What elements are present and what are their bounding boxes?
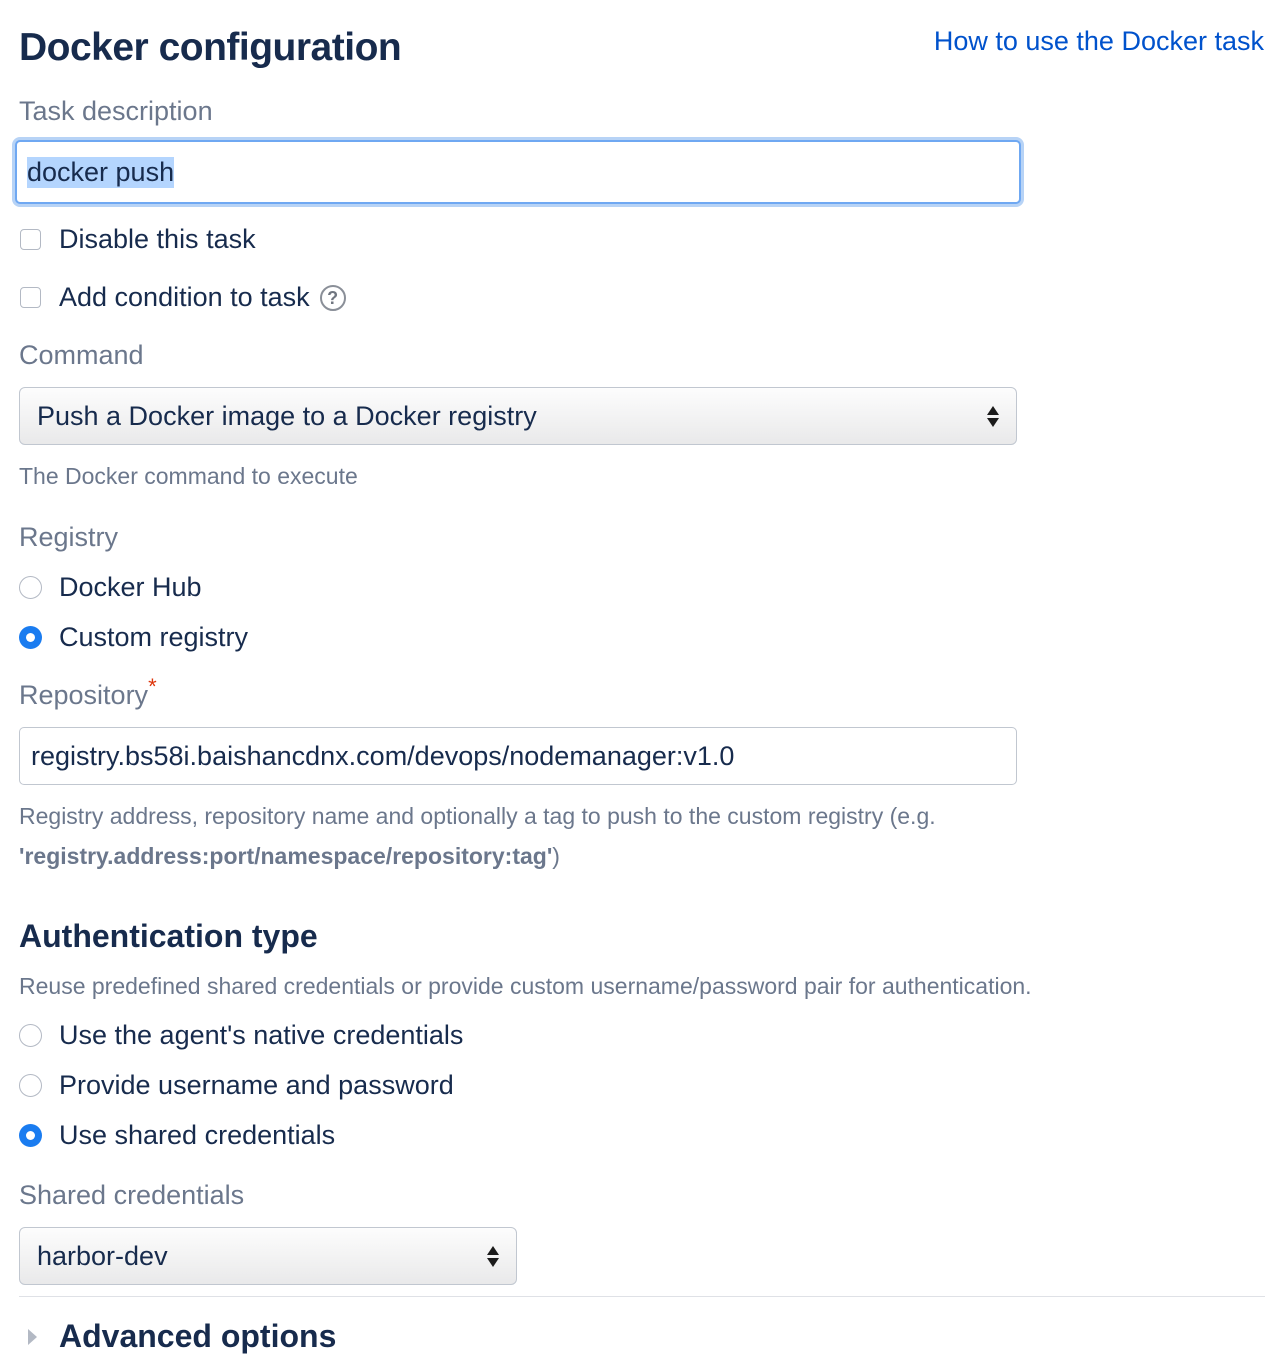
auth-username-password-label: Provide username and password (59, 1070, 454, 1100)
task-description-label: Task description (19, 96, 213, 126)
command-label: Command (19, 340, 144, 370)
shared-credentials-value: harbor-dev (37, 1240, 168, 1271)
authentication-heading: Authentication type (19, 918, 318, 954)
repository-value: registry.bs58i.baishancdnx.com/devops/no… (31, 740, 735, 771)
disable-task-label: Disable this task (59, 224, 256, 254)
registry-option-docker-hub[interactable]: Docker Hub (19, 572, 202, 603)
required-asterisk: * (148, 674, 157, 699)
task-description-input[interactable]: docker push (15, 140, 1021, 204)
auth-option-username-password[interactable]: Provide username and password (19, 1070, 454, 1101)
registry-custom-label: Custom registry (59, 622, 249, 652)
add-condition-checkbox[interactable] (20, 287, 41, 308)
disable-task-checkbox-row[interactable]: Disable this task (20, 224, 256, 255)
registry-docker-hub-radio[interactable] (19, 576, 42, 599)
page-title: Docker configuration (19, 26, 402, 69)
auth-option-agent-native[interactable]: Use the agent's native credentials (19, 1020, 463, 1051)
add-condition-checkbox-row[interactable]: Add condition to task ? (20, 282, 346, 313)
command-select-value: Push a Docker image to a Docker registry (37, 400, 537, 431)
repository-description-line1: Registry address, repository name and op… (19, 803, 936, 829)
repository-example: 'registry.address:port/namespace/reposit… (19, 843, 553, 869)
section-divider (19, 1296, 1265, 1297)
repository-description-line2: 'registry.address:port/namespace/reposit… (19, 836, 936, 876)
help-question-icon[interactable]: ? (319, 284, 346, 311)
authentication-description: Reuse predefined shared credentials or p… (19, 973, 1032, 999)
shared-credentials-label: Shared credentials (19, 1180, 245, 1210)
auth-option-shared-credentials[interactable]: Use shared credentials (19, 1120, 335, 1151)
select-arrows-icon (987, 405, 999, 427)
command-select[interactable]: Push a Docker image to a Docker registry (19, 387, 1017, 445)
advanced-options-label: Advanced options (59, 1318, 337, 1354)
add-condition-label: Add condition to task (59, 282, 310, 312)
repository-label: Repository* (19, 676, 157, 711)
auth-username-password-radio[interactable] (19, 1074, 42, 1097)
auth-shared-credentials-label: Use shared credentials (59, 1120, 336, 1150)
registry-custom-radio[interactable] (19, 626, 42, 649)
auth-shared-credentials-radio[interactable] (19, 1124, 42, 1147)
repository-input[interactable]: registry.bs58i.baishancdnx.com/devops/no… (19, 727, 1017, 785)
auth-agent-native-radio[interactable] (19, 1024, 42, 1047)
caret-right-icon (28, 1328, 37, 1345)
registry-label: Registry (19, 522, 119, 552)
registry-docker-hub-label: Docker Hub (59, 572, 202, 602)
auth-agent-native-label: Use the agent's native credentials (59, 1020, 464, 1050)
command-description: The Docker command to execute (19, 463, 358, 489)
shared-credentials-select[interactable]: harbor-dev (19, 1227, 517, 1285)
registry-option-custom[interactable]: Custom registry (19, 622, 248, 653)
repository-label-text: Repository (19, 680, 149, 710)
task-description-value: docker push (27, 156, 175, 188)
disable-task-checkbox[interactable] (20, 229, 41, 250)
help-link-docker-task[interactable]: How to use the Docker task (934, 26, 1264, 57)
repository-description: Registry address, repository name and op… (19, 796, 936, 876)
advanced-options-toggle[interactable]: Advanced options (28, 1318, 336, 1355)
select-arrows-icon (487, 1245, 499, 1267)
repository-description-end: ) (552, 843, 560, 869)
